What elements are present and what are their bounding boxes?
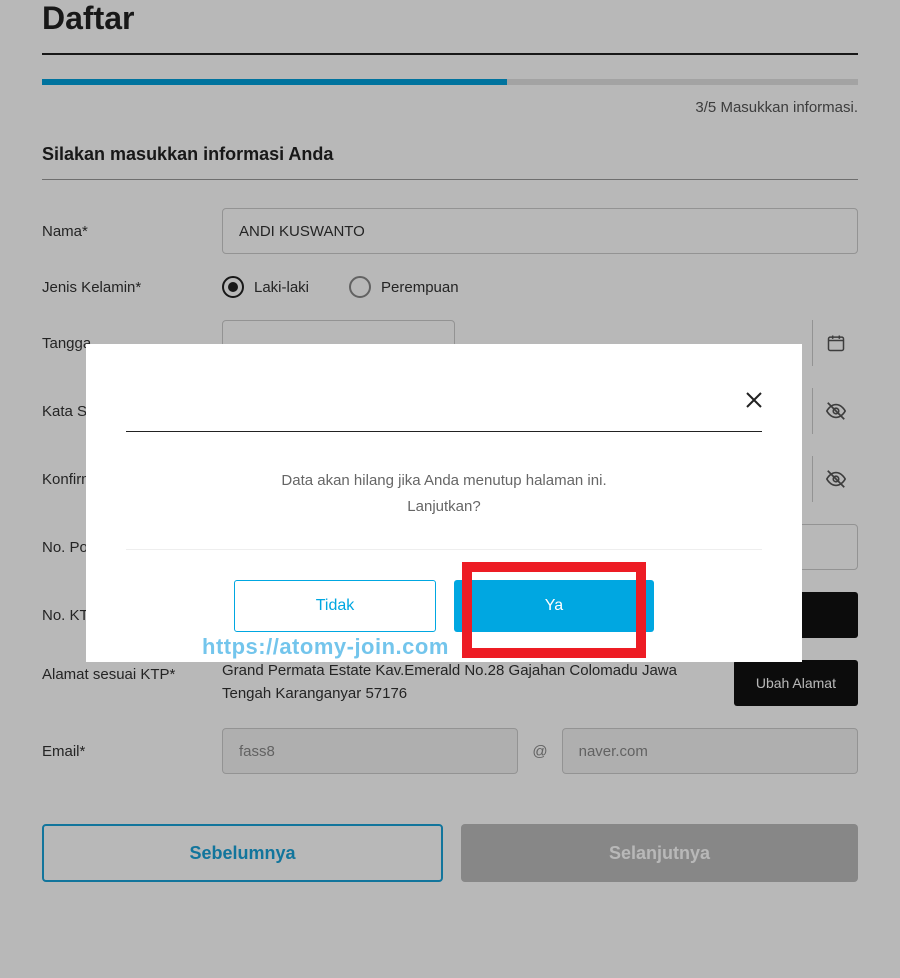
modal-no-button[interactable]: Tidak xyxy=(234,580,436,632)
modal-header-line xyxy=(126,384,762,432)
modal-yes-button[interactable]: Ya xyxy=(454,580,654,632)
close-icon[interactable] xyxy=(742,388,766,417)
modal-message: Data akan hilang jika Anda menutup halam… xyxy=(126,432,762,549)
confirm-modal: Data akan hilang jika Anda menutup halam… xyxy=(86,344,802,662)
modal-divider xyxy=(126,549,762,550)
